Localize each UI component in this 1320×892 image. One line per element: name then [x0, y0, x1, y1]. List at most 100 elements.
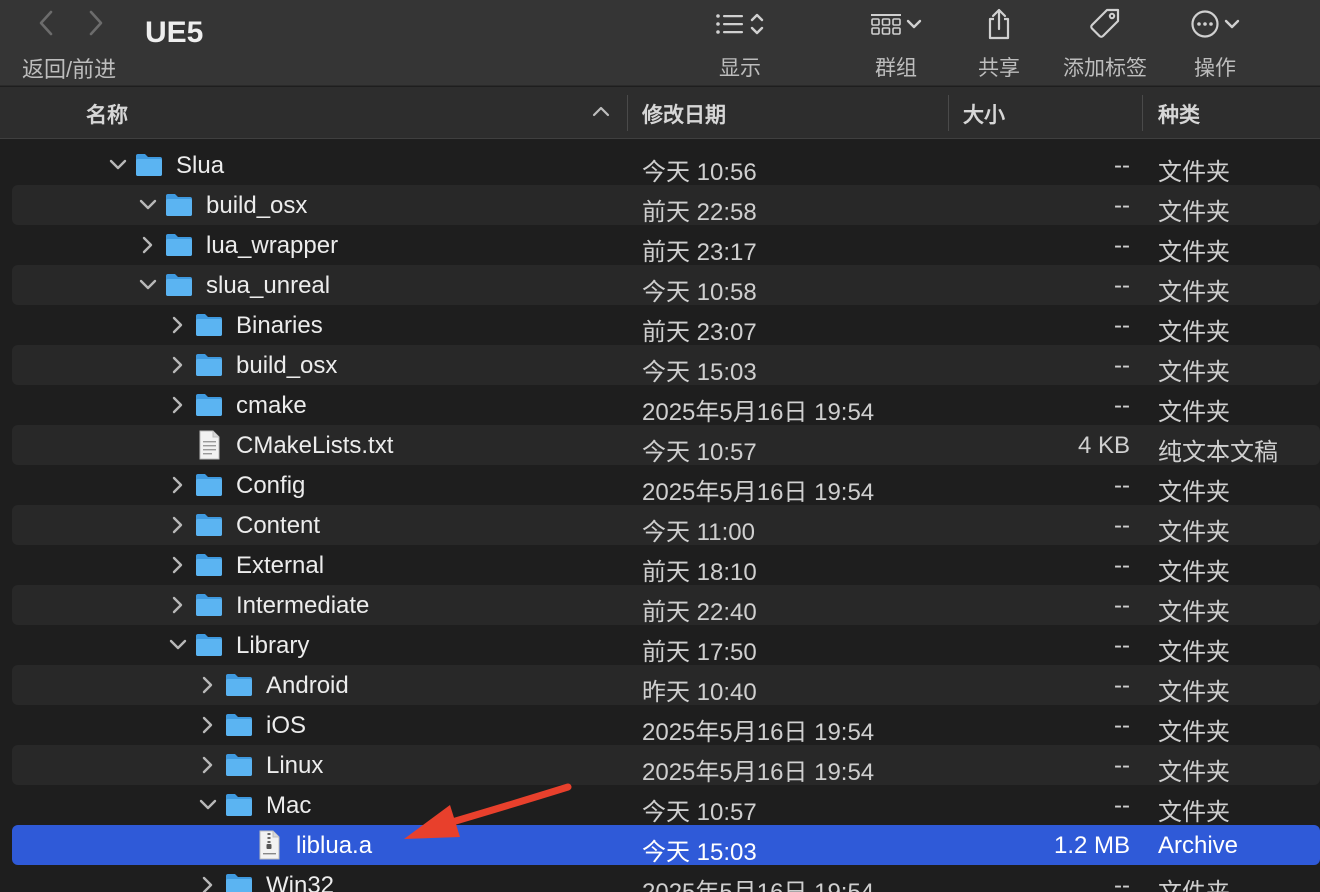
file-row[interactable]: build_osx 前天 22:58 -- 文件夹	[12, 185, 1320, 226]
folder-icon	[196, 354, 222, 376]
modified-date: 前天 22:58	[642, 199, 757, 226]
file-row[interactable]: Android 昨天 10:40 -- 文件夹	[12, 665, 1320, 706]
file-row[interactable]: iOS 2025年5月16日 19:54 -- 文件夹	[12, 705, 1320, 746]
column-divider[interactable]	[948, 95, 949, 131]
column-size[interactable]: 大小	[963, 99, 1005, 129]
disclosure-collapsed-icon[interactable]	[198, 755, 218, 775]
file-row[interactable]: Slua 今天 10:56 -- 文件夹	[12, 145, 1320, 186]
file-row[interactable]: Config 2025年5月16日 19:54 -- 文件夹	[12, 465, 1320, 506]
action-label: 操作	[1194, 57, 1236, 80]
file-row[interactable]: slua_unreal 今天 10:58 -- 文件夹	[12, 265, 1320, 306]
file-row[interactable]: Content 今天 11:00 -- 文件夹	[12, 505, 1320, 546]
file-row[interactable]: lua_wrapper 前天 23:17 -- 文件夹	[12, 225, 1320, 266]
chevron-down-icon	[1224, 19, 1240, 29]
forward-button[interactable]	[78, 8, 114, 38]
file-row[interactable]: liblua.a 今天 15:03 1.2 MB Archive	[12, 825, 1320, 866]
folder-icon	[226, 794, 252, 816]
updown-chevron-icon	[750, 13, 764, 35]
modified-date: 今天 15:03	[642, 359, 757, 386]
folder-icon	[196, 634, 222, 656]
file-kind: 文件夹	[1158, 359, 1230, 386]
file-name: Library	[236, 632, 310, 659]
file-kind: 文件夹	[1158, 279, 1230, 306]
file-kind: 文件夹	[1158, 159, 1230, 186]
disclosure-expanded-icon[interactable]	[168, 635, 188, 655]
back-button[interactable]	[28, 8, 64, 38]
view-label: 显示	[719, 57, 761, 80]
column-date[interactable]: 修改日期	[642, 99, 726, 129]
group-label: 群组	[875, 57, 917, 80]
modified-date: 2025年5月16日 19:54	[642, 872, 874, 892]
column-name[interactable]: 名称	[86, 99, 128, 129]
file-name: cmake	[236, 392, 307, 419]
action-button[interactable]: 操作	[1190, 6, 1240, 82]
file-row[interactable]: External 前天 18:10 -- 文件夹	[12, 545, 1320, 586]
sort-ascending-icon[interactable]	[592, 104, 610, 118]
file-kind: 文件夹	[1158, 479, 1230, 506]
file-kind: 文件夹	[1158, 759, 1230, 786]
modified-date: 今天 10:56	[642, 159, 757, 186]
file-size: --	[1114, 712, 1130, 739]
column-divider[interactable]	[627, 95, 628, 131]
disclosure-collapsed-icon[interactable]	[168, 475, 188, 495]
disclosure-collapsed-icon[interactable]	[198, 875, 218, 892]
folder-icon	[226, 874, 252, 892]
modified-date: 前天 18:10	[642, 559, 757, 586]
file-row[interactable]: Intermediate 前天 22:40 -- 文件夹	[12, 585, 1320, 626]
file-name: CMakeLists.txt	[236, 432, 394, 459]
disclosure-collapsed-icon[interactable]	[198, 715, 218, 735]
disclosure-collapsed-icon[interactable]	[138, 235, 158, 255]
disclosure-collapsed-icon[interactable]	[168, 315, 188, 335]
modified-date: 2025年5月16日 19:54	[642, 479, 875, 506]
folder-icon	[166, 234, 192, 256]
file-row[interactable]: Binaries 前天 23:07 -- 文件夹	[12, 305, 1320, 346]
folder-icon	[226, 754, 252, 776]
group-button[interactable]: 群组	[870, 6, 922, 82]
file-name: Binaries	[236, 312, 323, 339]
file-row[interactable]: cmake 2025年5月16日 19:54 -- 文件夹	[12, 385, 1320, 426]
folder-icon	[196, 314, 222, 336]
file-size: --	[1114, 792, 1130, 819]
file-kind: 文件夹	[1158, 799, 1230, 826]
file-row[interactable]: Mac 今天 10:57 -- 文件夹	[12, 785, 1320, 826]
disclosure-collapsed-icon[interactable]	[168, 595, 188, 615]
file-kind: 文件夹	[1158, 559, 1230, 586]
share-button[interactable]: 共享	[978, 6, 1020, 82]
folder-icon	[196, 474, 222, 496]
modified-date: 前天 17:50	[642, 639, 757, 666]
file-row[interactable]: build_osx 今天 15:03 -- 文件夹	[12, 345, 1320, 386]
text-document-icon	[199, 430, 220, 460]
disclosure-expanded-icon[interactable]	[138, 275, 158, 295]
disclosure-collapsed-icon[interactable]	[168, 515, 188, 535]
disclosure-expanded-icon[interactable]	[108, 155, 128, 175]
disclosure-expanded-icon[interactable]	[138, 195, 158, 215]
nav-label: 返回/前进	[22, 57, 117, 82]
file-row[interactable]: CMakeLists.txt 今天 10:57 4 KB 纯文本文稿	[12, 425, 1320, 466]
modified-date: 前天 23:07	[642, 319, 757, 346]
file-row[interactable]: Linux 2025年5月16日 19:54 -- 文件夹	[12, 745, 1320, 786]
add-tag-button[interactable]: 添加标签	[1063, 6, 1147, 82]
file-kind: Archive	[1158, 832, 1239, 859]
file-row[interactable]: Win32 2025年5月16日 19:54 -- 文件夹	[12, 865, 1320, 892]
file-name: Config	[236, 472, 306, 499]
modified-date: 2025年5月16日 19:54	[642, 759, 875, 786]
modified-date: 2025年5月16日 19:54	[642, 719, 875, 746]
file-size: --	[1114, 152, 1130, 179]
disclosure-collapsed-icon[interactable]	[198, 675, 218, 695]
file-size: --	[1114, 272, 1130, 299]
folder-icon	[196, 514, 222, 536]
file-row[interactable]: Library 前天 17:50 -- 文件夹	[12, 625, 1320, 666]
folder-icon	[196, 394, 222, 416]
disclosure-collapsed-icon[interactable]	[168, 355, 188, 375]
disclosure-collapsed-icon[interactable]	[168, 555, 188, 575]
disclosure-expanded-icon[interactable]	[198, 795, 218, 815]
view-button[interactable]: 显示	[715, 6, 765, 82]
modified-date: 昨天 10:40	[642, 679, 757, 706]
disclosure-collapsed-icon[interactable]	[168, 395, 188, 415]
column-kind[interactable]: 种类	[1158, 99, 1200, 129]
folder-icon	[226, 714, 252, 736]
share-icon	[988, 8, 1010, 40]
chevron-right-icon	[89, 10, 103, 36]
column-divider[interactable]	[1142, 95, 1143, 131]
file-name: build_osx	[236, 352, 338, 379]
